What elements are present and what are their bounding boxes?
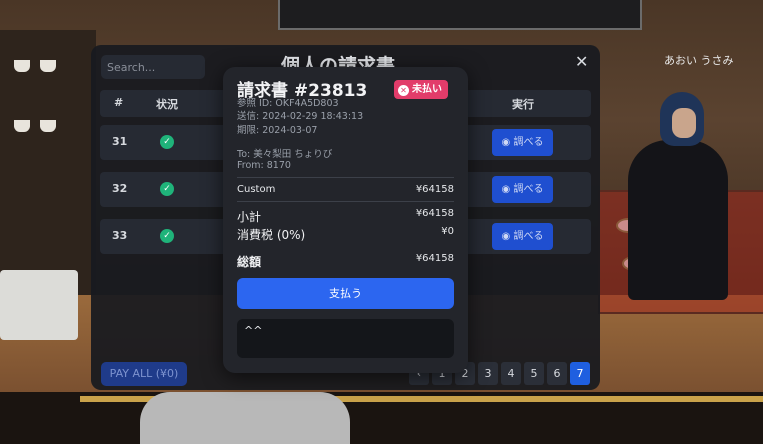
check-circle-icon: ✓ bbox=[160, 229, 174, 243]
tax-amount: ¥0 bbox=[441, 226, 454, 237]
inspect-button[interactable]: ◉ 調べる bbox=[492, 223, 553, 250]
recipient: To: 美々梨田 ちょりび bbox=[237, 149, 333, 160]
pay-all-button[interactable]: PAY ALL (¥0) bbox=[101, 362, 187, 386]
cup bbox=[40, 60, 56, 72]
divider bbox=[237, 177, 454, 178]
npc-face bbox=[672, 108, 696, 138]
page-button-5[interactable]: 5 bbox=[524, 362, 544, 385]
check-circle-icon: ✓ bbox=[160, 182, 174, 196]
bill-number: 31 bbox=[112, 135, 128, 148]
search-input[interactable] bbox=[101, 55, 205, 79]
line-item-amount: ¥64158 bbox=[415, 184, 454, 195]
total-amount: ¥64158 bbox=[415, 253, 454, 264]
bill-number: 32 bbox=[112, 182, 128, 195]
cup bbox=[14, 120, 30, 132]
reference-id: 参照 ID: OKF4A5D803 bbox=[237, 98, 339, 109]
page-button-7[interactable]: 7 bbox=[570, 362, 590, 385]
x-circle-icon: ✕ bbox=[398, 85, 409, 96]
inspect-button[interactable]: ◉ 調べる bbox=[492, 176, 553, 203]
sender: From: 8170 bbox=[237, 160, 291, 171]
cup bbox=[40, 120, 56, 132]
npc-body bbox=[628, 140, 728, 300]
due-date: 期限: 2024-03-07 bbox=[237, 125, 318, 136]
pay-button[interactable]: 支払う bbox=[237, 278, 454, 309]
sent-date: 送信: 2024-02-29 18:43:13 bbox=[237, 111, 364, 122]
inspect-button[interactable]: ◉ 調べる bbox=[492, 129, 553, 156]
total-label: 総額 bbox=[237, 255, 262, 269]
column-status: 状況 bbox=[156, 98, 178, 111]
invoice-modal: 請求書 #23813 ✕ 未払い 参照 ID: OKF4A5D803 送信: 20… bbox=[223, 67, 468, 373]
npc-name-tag: あおい うさみ bbox=[664, 54, 734, 67]
subtotal-amount: ¥64158 bbox=[415, 208, 454, 219]
unpaid-badge-label: 未払い bbox=[412, 84, 442, 95]
subtotal-label: 小計 bbox=[237, 210, 262, 224]
cup bbox=[14, 60, 30, 72]
close-button[interactable]: ✕ bbox=[575, 52, 588, 71]
kitchen-hood bbox=[278, 0, 642, 30]
page-button-4[interactable]: 4 bbox=[501, 362, 521, 385]
cash-register bbox=[0, 270, 78, 340]
column-number: # bbox=[114, 96, 124, 109]
divider bbox=[237, 201, 454, 202]
tax-label: 消費税 (0%) bbox=[237, 228, 306, 242]
page-button-6[interactable]: 6 bbox=[547, 362, 567, 385]
page-button-3[interactable]: 3 bbox=[478, 362, 498, 385]
line-item-label: Custom bbox=[237, 184, 276, 195]
column-action: 実行 bbox=[512, 98, 534, 111]
player-character bbox=[140, 392, 350, 444]
check-circle-icon: ✓ bbox=[160, 135, 174, 149]
bill-number: 33 bbox=[112, 229, 128, 242]
unpaid-badge: ✕ 未払い bbox=[394, 80, 448, 99]
invoice-note: ^^ bbox=[237, 319, 454, 358]
